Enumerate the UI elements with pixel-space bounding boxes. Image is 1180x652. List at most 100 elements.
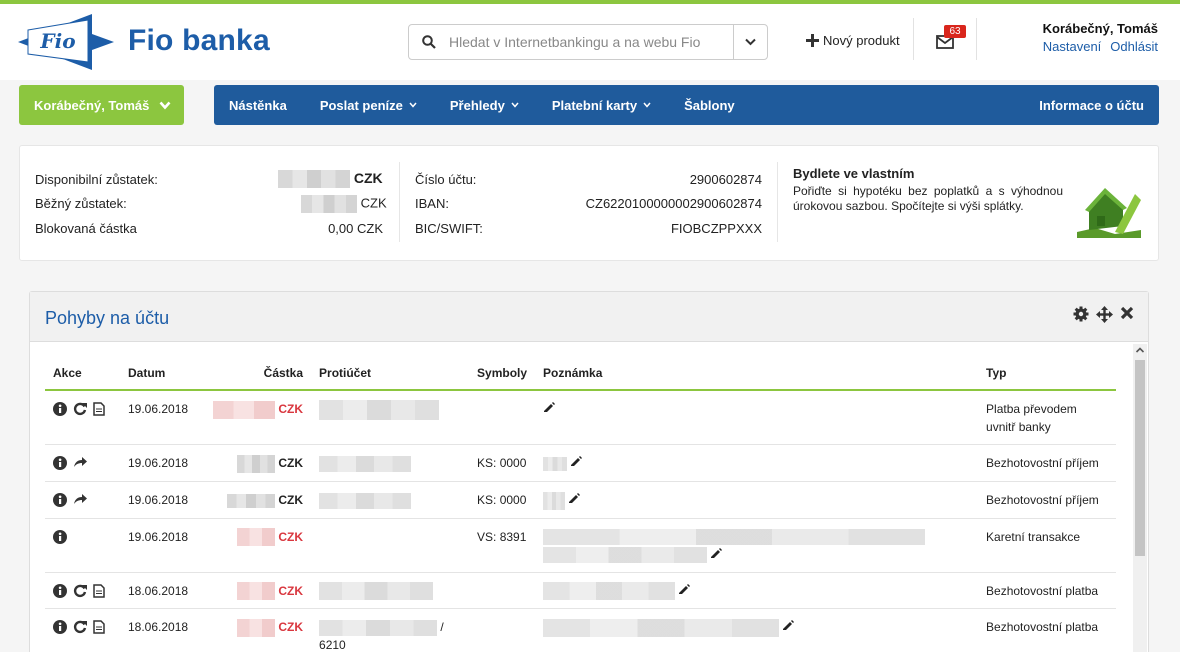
column-header-note[interactable]: Poznámka bbox=[535, 362, 979, 391]
table-row[interactable]: 19.06.2018 CZK VS: 8391 Karetní transakc… bbox=[45, 518, 1116, 573]
row-symbols bbox=[469, 572, 536, 610]
search-input[interactable] bbox=[449, 27, 733, 57]
plus-icon bbox=[806, 34, 819, 47]
row-counter-account bbox=[311, 572, 470, 610]
redacted-account bbox=[319, 582, 434, 601]
redacted-amount bbox=[237, 528, 275, 547]
info-icon[interactable] bbox=[53, 529, 67, 544]
main-nav: Nástěnka Poslat peníze Přehledy Platební… bbox=[214, 85, 1159, 125]
row-type: Bezhotovostní platba bbox=[978, 572, 1116, 610]
column-header-type[interactable]: Typ bbox=[978, 362, 1116, 391]
settings-link[interactable]: Nastavení bbox=[1043, 39, 1102, 54]
currency-label: CZK bbox=[360, 195, 387, 211]
table-row[interactable]: 19.06.2018 CZK KS: 0000 Bezhotovostní př… bbox=[45, 444, 1116, 482]
bic-value: FIOBCZPPXXX bbox=[670, 221, 762, 236]
info-icon[interactable] bbox=[53, 402, 67, 416]
currency-label: CZK bbox=[353, 170, 383, 186]
gear-icon[interactable] bbox=[1073, 306, 1089, 322]
repeat-icon[interactable] bbox=[73, 584, 87, 598]
column-header-amount[interactable]: Částka bbox=[205, 362, 312, 391]
nav-item-templates[interactable]: Šablony bbox=[684, 98, 735, 113]
column-header-symbols[interactable]: Symboly bbox=[469, 362, 536, 391]
info-icon[interactable] bbox=[53, 583, 67, 598]
table-scrollbar[interactable] bbox=[1133, 344, 1147, 652]
available-balance-label: Disponibilní zůstatek: bbox=[35, 172, 158, 187]
account-selector-label: Korábečný, Tomáš bbox=[34, 97, 150, 113]
nav-item-payment-cards[interactable]: Platební karty bbox=[552, 98, 651, 113]
pencil-icon[interactable] bbox=[570, 455, 583, 467]
redacted-amount bbox=[278, 170, 350, 189]
info-icon[interactable] bbox=[53, 620, 67, 635]
redacted-account bbox=[319, 492, 412, 509]
row-symbols bbox=[469, 608, 536, 652]
row-actions bbox=[53, 618, 112, 635]
account-summary: Disponibilní zůstatek: CZK Běžný zůstate… bbox=[19, 145, 1159, 261]
divider bbox=[913, 18, 914, 60]
pencil-icon[interactable] bbox=[782, 619, 795, 631]
row-actions bbox=[53, 454, 112, 470]
search-dropdown-button[interactable] bbox=[733, 25, 767, 59]
document-icon[interactable] bbox=[93, 620, 105, 635]
redacted-amount bbox=[227, 493, 275, 508]
move-icon[interactable] bbox=[1096, 306, 1113, 323]
nav-item-send-money[interactable]: Poslat peníze bbox=[320, 98, 417, 113]
house-icon[interactable] bbox=[1075, 186, 1143, 238]
row-actions bbox=[53, 528, 112, 544]
info-icon[interactable] bbox=[53, 492, 67, 507]
row-date: 19.06.2018 bbox=[120, 444, 205, 482]
row-amount: CZK bbox=[205, 608, 312, 652]
row-note bbox=[535, 481, 979, 519]
row-amount: CZK bbox=[205, 444, 312, 482]
promo-title[interactable]: Bydlete ve vlastním bbox=[793, 166, 914, 181]
repeat-icon[interactable] bbox=[73, 402, 87, 416]
bank-code: 6210 bbox=[319, 638, 346, 652]
table-row[interactable]: 19.06.2018 CZK KS: 0000 Bezhotovostní př… bbox=[45, 481, 1116, 519]
reply-arrow-icon[interactable] bbox=[73, 493, 87, 505]
currency-label: CZK bbox=[278, 492, 304, 507]
row-symbols bbox=[469, 390, 536, 445]
info-icon[interactable] bbox=[53, 456, 67, 470]
row-date: 19.06.2018 bbox=[120, 390, 205, 445]
row-type: Bezhotovostní příjem bbox=[978, 481, 1116, 519]
redacted-account bbox=[319, 620, 438, 637]
table-row[interactable]: 18.06.2018 CZK / 6210 Bezhotovostní platb… bbox=[45, 608, 1116, 652]
row-amount: CZK bbox=[205, 572, 312, 610]
account-selector-button[interactable]: Korábečný, Tomáš bbox=[19, 85, 184, 125]
document-icon[interactable] bbox=[93, 402, 105, 416]
nav-item-overviews[interactable]: Přehledy bbox=[450, 98, 519, 113]
nav-label: Poslat peníze bbox=[319, 97, 403, 113]
table-row[interactable]: 18.06.2018 CZK Bezhotovostní platba bbox=[45, 572, 1116, 610]
close-icon[interactable] bbox=[1120, 306, 1134, 320]
row-date: 18.06.2018 bbox=[120, 572, 205, 610]
reply-arrow-icon[interactable] bbox=[73, 456, 87, 468]
nav-item-account-info[interactable]: Informace o účtu bbox=[1039, 98, 1144, 113]
chevron-down-icon bbox=[511, 102, 519, 108]
row-counter-account bbox=[311, 481, 470, 519]
scroll-thumb[interactable] bbox=[1135, 360, 1145, 556]
row-date: 19.06.2018 bbox=[120, 481, 205, 519]
pencil-icon[interactable] bbox=[543, 401, 556, 413]
column-header-date[interactable]: Datum bbox=[120, 362, 205, 391]
fio-logo[interactable]: Fio bbox=[18, 14, 114, 70]
search-icon[interactable] bbox=[409, 35, 449, 49]
pencil-icon[interactable] bbox=[710, 547, 723, 559]
row-counter-account bbox=[311, 390, 470, 445]
nav-item-dashboard[interactable]: Nástěnka bbox=[229, 98, 287, 113]
document-icon[interactable] bbox=[93, 583, 105, 598]
pencil-icon[interactable] bbox=[568, 492, 581, 504]
pencil-icon[interactable] bbox=[678, 583, 691, 595]
transactions-panel: Pohyby na účtu Akce Datum Částka Protiúč… bbox=[29, 291, 1149, 652]
row-type: Karetní transakce bbox=[978, 518, 1116, 573]
repeat-icon[interactable] bbox=[73, 620, 87, 634]
logout-link[interactable]: Odhlásit bbox=[1110, 39, 1158, 54]
row-symbols: VS: 8391 bbox=[469, 518, 536, 573]
currency-label: CZK bbox=[278, 583, 304, 598]
currency-label: CZK bbox=[278, 529, 304, 544]
iban-label: IBAN: bbox=[415, 196, 449, 211]
table-row[interactable]: 19.06.2018 CZK Platba převodem uvnitř ba… bbox=[45, 390, 1116, 445]
new-product-button[interactable]: Nový produkt bbox=[806, 33, 900, 48]
column-header-counter-account[interactable]: Protiúčet bbox=[311, 362, 470, 391]
redacted-note bbox=[543, 619, 780, 638]
redacted-amount bbox=[213, 400, 275, 419]
scroll-up-arrow-icon[interactable] bbox=[1135, 346, 1145, 354]
